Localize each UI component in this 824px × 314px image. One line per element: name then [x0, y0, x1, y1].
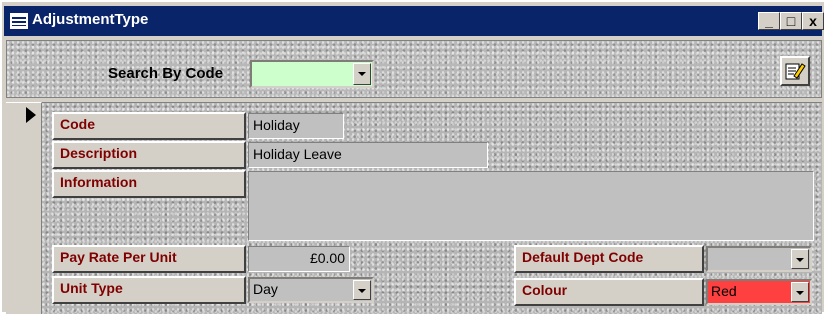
colour-value: Red — [711, 283, 737, 299]
code-field[interactable]: Holiday — [248, 113, 344, 139]
form-window: AdjustmentType _ □ x Search By Code Code… — [0, 0, 824, 314]
description-field[interactable]: Holiday Leave — [248, 142, 488, 168]
search-by-code-combo[interactable] — [250, 60, 374, 88]
description-label: Description — [52, 141, 246, 169]
default-dept-code-label: Default Dept Code — [514, 245, 704, 273]
unit-type-value: Day — [253, 281, 278, 297]
unit-type-combo[interactable]: Day — [248, 277, 374, 303]
maximize-button[interactable]: □ — [780, 12, 802, 30]
pay-rate-per-unit-label: Pay Rate Per Unit — [52, 245, 246, 273]
chevron-down-icon[interactable] — [353, 280, 371, 300]
edit-note-icon — [785, 63, 806, 80]
record-selector[interactable] — [6, 102, 42, 314]
colour-label: Colour — [514, 278, 704, 306]
chevron-down-icon[interactable] — [791, 282, 809, 302]
unit-type-label: Unit Type — [52, 276, 246, 304]
default-dept-code-combo[interactable] — [706, 246, 812, 272]
close-button[interactable]: x — [802, 12, 824, 30]
chevron-down-icon[interactable] — [791, 249, 809, 269]
current-record-arrow-icon — [26, 107, 36, 123]
information-field[interactable] — [248, 171, 814, 241]
information-label: Information — [52, 170, 246, 198]
form-icon — [10, 13, 28, 29]
colour-combo[interactable]: Red — [706, 279, 812, 305]
title-bar[interactable]: AdjustmentType _ □ x — [4, 6, 824, 36]
code-label: Code — [52, 112, 246, 140]
minimize-button[interactable]: _ — [758, 12, 780, 30]
search-by-code-label: Search By Code — [108, 65, 224, 82]
pay-rate-per-unit-field[interactable]: £0.00 — [248, 246, 350, 272]
window-title: AdjustmentType — [32, 11, 149, 28]
chevron-down-icon[interactable] — [353, 63, 371, 85]
edit-button[interactable] — [780, 56, 810, 86]
